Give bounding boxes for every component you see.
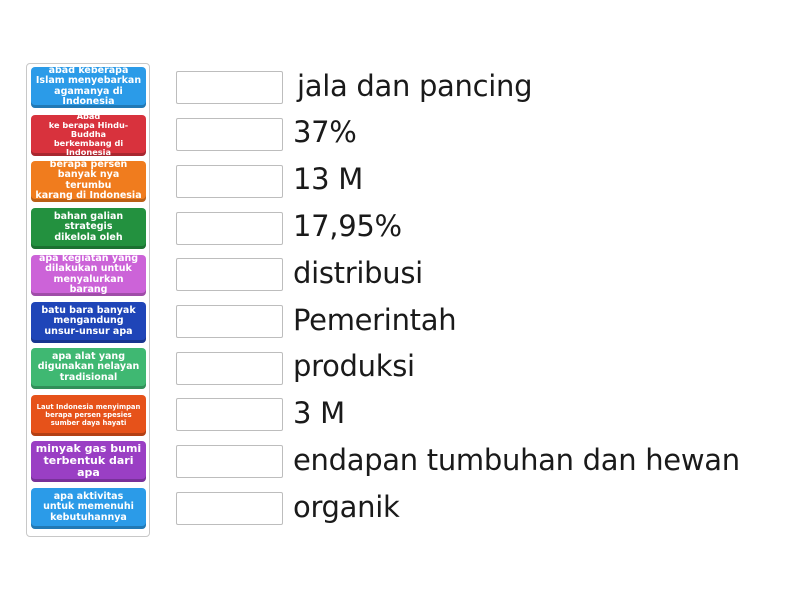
drop-box-10[interactable] <box>176 492 283 525</box>
drop-box-2[interactable] <box>176 118 283 151</box>
drop-box-5[interactable] <box>176 258 283 291</box>
drop-box-3[interactable] <box>176 165 283 198</box>
tile-islam-century[interactable]: abad keberapa Islam menyebarkan agamanya… <box>31 67 146 108</box>
answer-label: jala dan pancing <box>297 69 533 103</box>
answer-label: 17,95% <box>293 209 402 243</box>
drop-box-8[interactable] <box>176 398 283 431</box>
answer-label: distribusi <box>293 256 423 290</box>
drop-box-9[interactable] <box>176 445 283 478</box>
answer-label: produksi <box>293 349 415 383</box>
tile-production-activity[interactable]: apa aktivitas untuk memenuhi kebutuhanny… <box>31 488 146 529</box>
drop-box-1[interactable] <box>176 71 283 104</box>
answer-label: endapan tumbuhan dan hewan <box>293 443 740 477</box>
answer-label: 37% <box>293 115 357 149</box>
tile-coral-reef-percent[interactable]: berapa persen banyak nya terumbu karang … <box>31 161 146 202</box>
tile-strategic-minerals[interactable]: bahan galian strategis dikelola oleh <box>31 208 146 249</box>
answer-label: Pemerintah <box>293 303 457 337</box>
drop-box-4[interactable] <box>176 212 283 245</box>
tile-coal-elements[interactable]: batu bara banyak mengandung unsur-unsur … <box>31 302 146 343</box>
tile-distribution-activity[interactable]: apa kegiatan yang dilakukan untuk menyal… <box>31 255 146 296</box>
drop-box-6[interactable] <box>176 305 283 338</box>
tile-marine-species-percent[interactable]: Laut Indonesia menyimpan berapa persen s… <box>31 395 146 436</box>
drop-box-7[interactable] <box>176 352 283 385</box>
answer-label: organik <box>293 490 400 524</box>
answer-label: 13 M <box>293 162 363 196</box>
tile-oil-gas-origin[interactable]: minyak gas bumi terbentuk dari apa <box>31 441 146 482</box>
tile-fishing-tools[interactable]: apa alat yang digunakan nelayan tradisio… <box>31 348 146 389</box>
matching-game: abad keberapa Islam menyebarkan agamanya… <box>0 0 800 600</box>
tile-hindu-buddha-century[interactable]: Abad ke berapa Hindu-Buddha berkembang d… <box>31 115 146 156</box>
answer-label: 3 M <box>293 396 345 430</box>
